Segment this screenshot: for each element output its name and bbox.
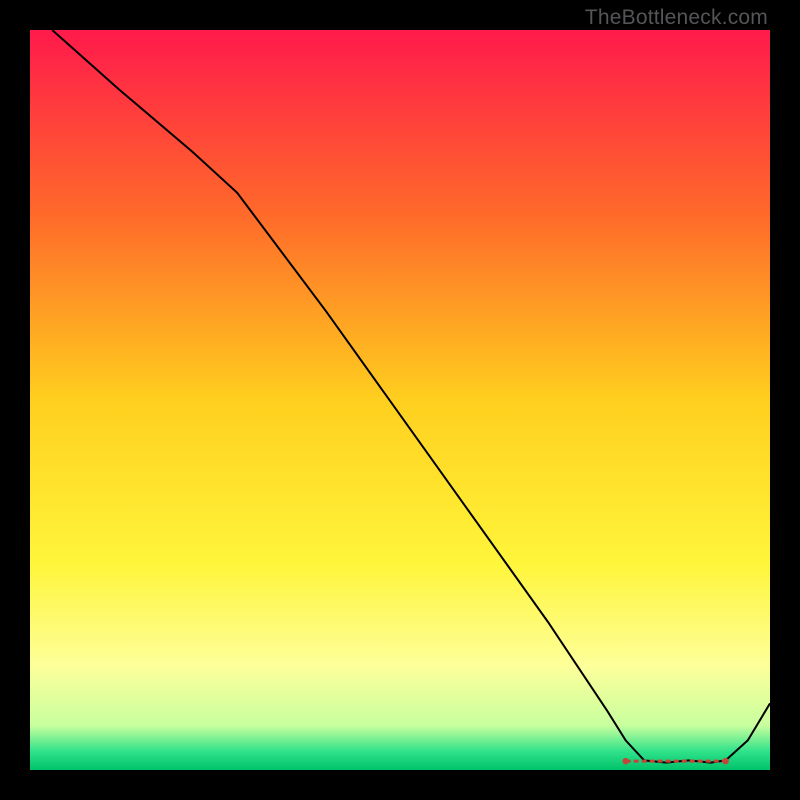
min-band-dot bbox=[623, 758, 629, 764]
chart-frame bbox=[30, 30, 770, 770]
min-band-dot bbox=[722, 758, 728, 764]
chart-background bbox=[30, 30, 770, 770]
watermark-text: TheBottleneck.com bbox=[585, 6, 768, 30]
chart-plot bbox=[30, 30, 770, 770]
